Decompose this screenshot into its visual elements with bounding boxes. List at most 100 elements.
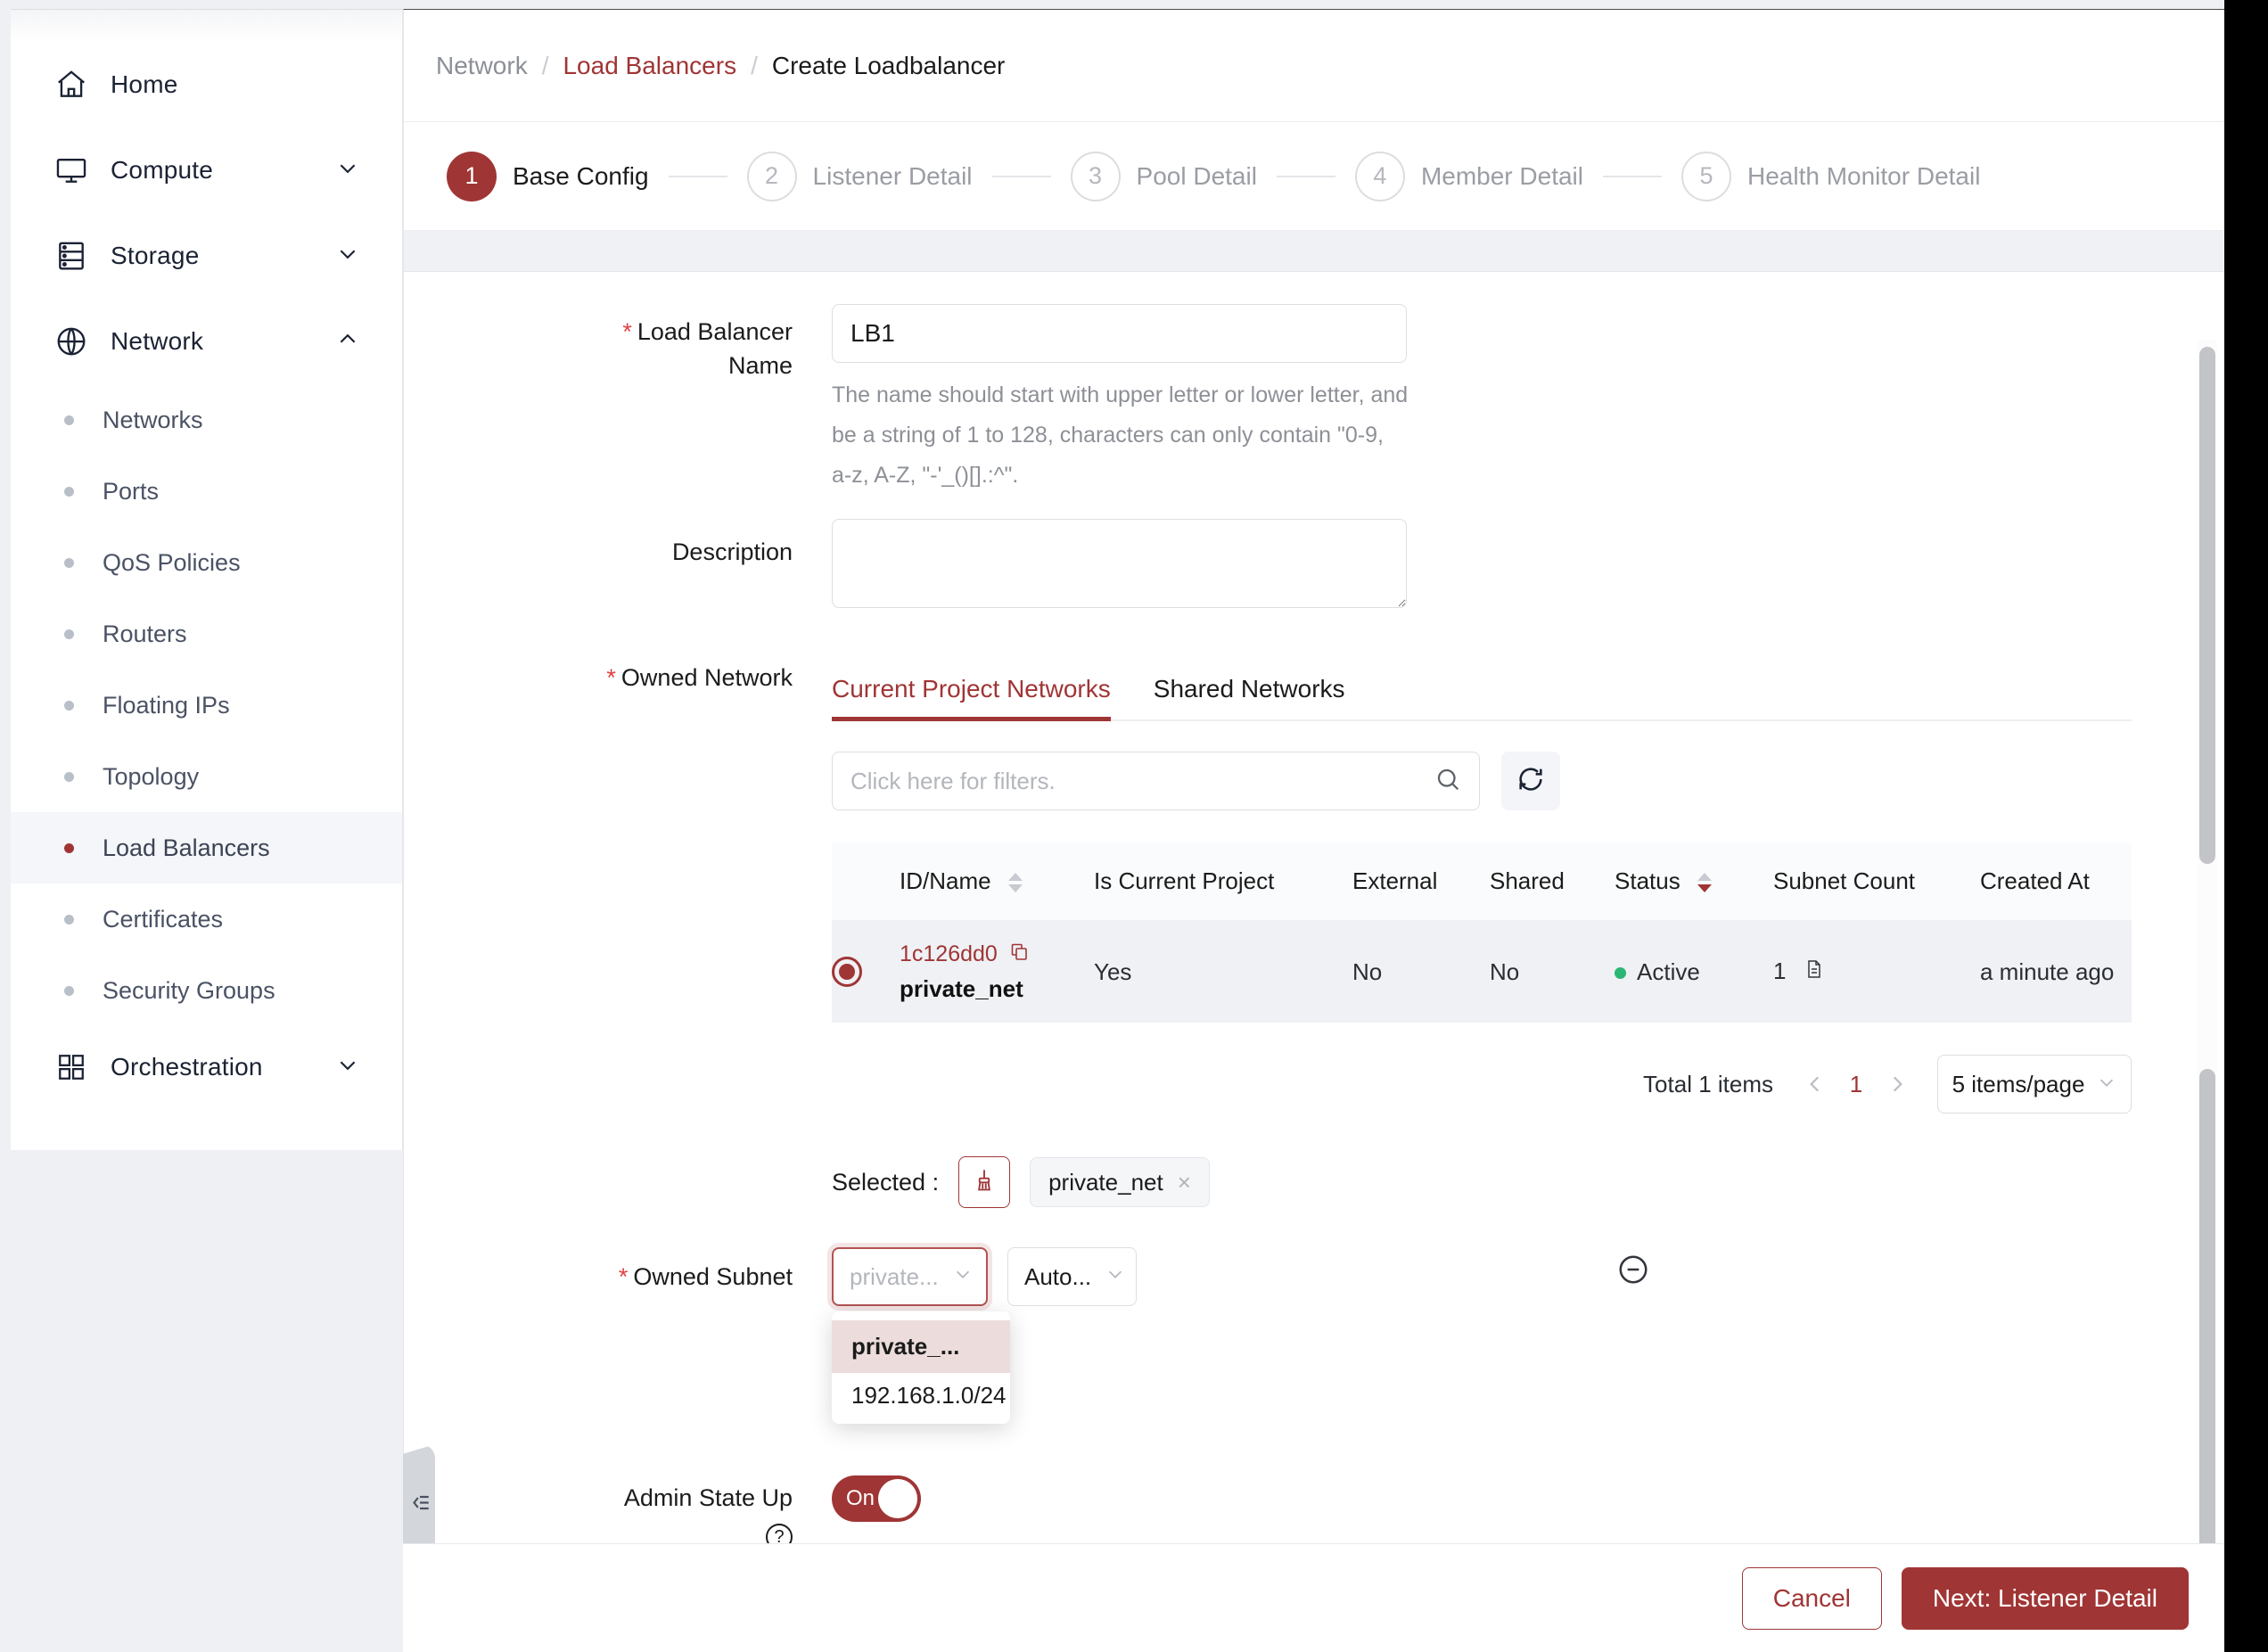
description-textarea[interactable] <box>832 519 1407 608</box>
ip-allocation-select[interactable]: Auto... <box>1007 1247 1137 1306</box>
subnet-option-private[interactable]: private_... <box>832 1320 1010 1373</box>
cell-is-current-project: Yes <box>1094 920 1352 1023</box>
chevron-left-icon[interactable] <box>1795 1064 1836 1105</box>
sidebar-item-security-groups[interactable]: Security Groups <box>11 955 402 1026</box>
sidebar-item-label: Network <box>111 327 204 355</box>
tab-current-project-networks[interactable]: Current Project Networks <box>832 675 1111 721</box>
app-viewport: Home Compute Storage Network Networks Po… <box>0 0 2224 1652</box>
field-label: Admin State Up ? <box>404 1475 832 1551</box>
step-pool-detail[interactable]: 3 Pool Detail <box>1070 151 1257 201</box>
step-listener-detail[interactable]: 2 Listener Detail <box>746 151 973 201</box>
home-icon <box>52 65 91 104</box>
close-icon[interactable]: × <box>1178 1169 1191 1196</box>
sidebar-item-qos-policies[interactable]: QoS Policies <box>11 527 402 598</box>
chevron-right-icon[interactable] <box>1877 1064 1918 1105</box>
step-base-config[interactable]: 1 Base Config <box>447 151 649 201</box>
chevron-down-icon[interactable] <box>336 242 359 270</box>
sidebar-item-floating-ips[interactable]: Floating IPs <box>11 670 402 741</box>
chevron-up-icon[interactable] <box>336 328 359 356</box>
chevron-down-icon <box>1105 1264 1125 1289</box>
broom-icon <box>972 1168 997 1197</box>
breadcrumb-parent[interactable]: Load Balancers <box>563 52 736 80</box>
sidebar-item-networks[interactable]: Networks <box>11 384 402 456</box>
cancel-button[interactable]: Cancel <box>1741 1566 1882 1630</box>
subnet-option-cidr[interactable]: 192.168.1.0/24 <box>832 1373 1010 1415</box>
chevron-down-icon <box>2097 1071 2116 1098</box>
selected-chip: private_net × <box>1030 1157 1210 1207</box>
row-radio[interactable] <box>832 957 862 987</box>
owned-network-label: Owned Network <box>620 664 793 691</box>
table-row[interactable]: 1c126dd0 private_net Yes No No Active 1 … <box>832 920 2132 1023</box>
chevron-down-icon[interactable] <box>336 157 359 185</box>
chevron-down-icon[interactable] <box>336 1054 359 1081</box>
breadcrumb-root[interactable]: Network <box>436 52 528 80</box>
sidebar-item-ports[interactable]: Ports <box>11 456 402 527</box>
step-label: Listener Detail <box>812 161 973 190</box>
pagination-page-1[interactable]: 1 <box>1836 1071 1877 1098</box>
sidebar-item-network[interactable]: Network <box>11 299 402 384</box>
col-status[interactable]: Status <box>1615 842 1773 921</box>
sidebar-item-home[interactable]: Home <box>11 42 402 127</box>
selected-chip-label: private_net <box>1048 1168 1163 1196</box>
step-member-detail[interactable]: 4 Member Detail <box>1354 151 1583 201</box>
col-id-name[interactable]: ID/Name <box>900 842 1094 921</box>
sidebar-item-topology[interactable]: Topology <box>11 741 402 812</box>
sidebar-subitem-label: Routers <box>103 620 187 647</box>
ip-allocation-value: Auto... <box>1024 1262 1092 1290</box>
main-scrollbar-thumb-upper[interactable] <box>2199 347 2215 864</box>
step-label: Base Config <box>513 161 649 190</box>
step-health-monitor-detail[interactable]: 5 Health Monitor Detail <box>1681 151 1981 201</box>
sidebar-subitem-label: Certificates <box>103 905 224 933</box>
sidebar-item-orchestration[interactable]: Orchestration <box>11 1026 402 1108</box>
sidebar-item-routers[interactable]: Routers <box>11 598 402 670</box>
cell-shared: No <box>1490 920 1615 1023</box>
sort-icon[interactable] <box>1007 873 1023 893</box>
col-label: Created At <box>1980 867 2090 894</box>
cell-id-name: 1c126dd0 private_net <box>900 920 1094 1023</box>
network-filter-row: Click here for filters. <box>832 752 2224 810</box>
load-balancer-name-input[interactable] <box>832 304 1407 363</box>
page-size-select[interactable]: 5 items/page <box>1937 1055 2132 1114</box>
table-head: ID/Name Is Current Project External Shar… <box>832 842 2132 921</box>
sort-icon[interactable] <box>1697 873 1712 893</box>
description-label: Description <box>671 538 793 565</box>
sidebar-item-storage[interactable]: Storage <box>11 213 402 299</box>
field-load-balancer-name: *Load Balancer Name The name should star… <box>404 304 2224 496</box>
next-listener-detail-button[interactable]: Next: Listener Detail <box>1901 1566 2189 1630</box>
search-icon[interactable] <box>1434 766 1461 797</box>
network-id-link[interactable]: 1c126dd0 <box>900 941 998 967</box>
minus-circle-icon[interactable] <box>1616 1253 1650 1291</box>
col-label: External <box>1352 867 1438 894</box>
main-scrollbar-thumb-lower[interactable] <box>2199 1069 2215 1550</box>
document-icon[interactable] <box>1804 958 1825 985</box>
sidebar-item-certificates[interactable]: Certificates <box>11 884 402 955</box>
tab-shared-networks[interactable]: Shared Networks <box>1154 675 1345 719</box>
sidebar-item-compute[interactable]: Compute <box>11 127 402 213</box>
window-top-strip <box>0 0 2224 9</box>
status-dot-icon <box>1615 967 1626 980</box>
step-label: Health Monitor Detail <box>1747 161 1981 190</box>
sidebar-item-label: Home <box>111 70 178 98</box>
field-label: * Load Balancer Name <box>404 304 832 496</box>
subnet-select[interactable]: private... <box>832 1247 988 1306</box>
sidebar-subitem-label: Floating IPs <box>103 691 230 719</box>
step-number: 4 <box>1354 151 1405 201</box>
network-filter-input[interactable]: Click here for filters. <box>832 752 1480 810</box>
bullet-icon <box>64 842 74 853</box>
copy-icon[interactable] <box>1008 941 1030 968</box>
step-label: Member Detail <box>1420 161 1583 190</box>
cell-created-at: a minute ago <box>1980 920 2132 1023</box>
refresh-button[interactable] <box>1501 752 1560 810</box>
table-header-row: ID/Name Is Current Project External Shar… <box>832 842 2132 921</box>
cell-status: Active <box>1615 920 1773 1023</box>
collapse-sidebar-icon <box>408 1491 431 1518</box>
step-connector <box>991 175 1051 177</box>
step-connector <box>1276 175 1335 177</box>
row-radio-dot <box>839 964 855 980</box>
sidebar-item-load-balancers[interactable]: Load Balancers <box>11 812 402 884</box>
sidebar-subitem-label: Ports <box>103 477 160 505</box>
subnet-count-value: 1 <box>1773 957 1787 984</box>
admin-state-toggle[interactable]: On <box>832 1475 921 1522</box>
clear-selection-button[interactable] <box>958 1156 1011 1208</box>
col-external: External <box>1352 842 1490 921</box>
